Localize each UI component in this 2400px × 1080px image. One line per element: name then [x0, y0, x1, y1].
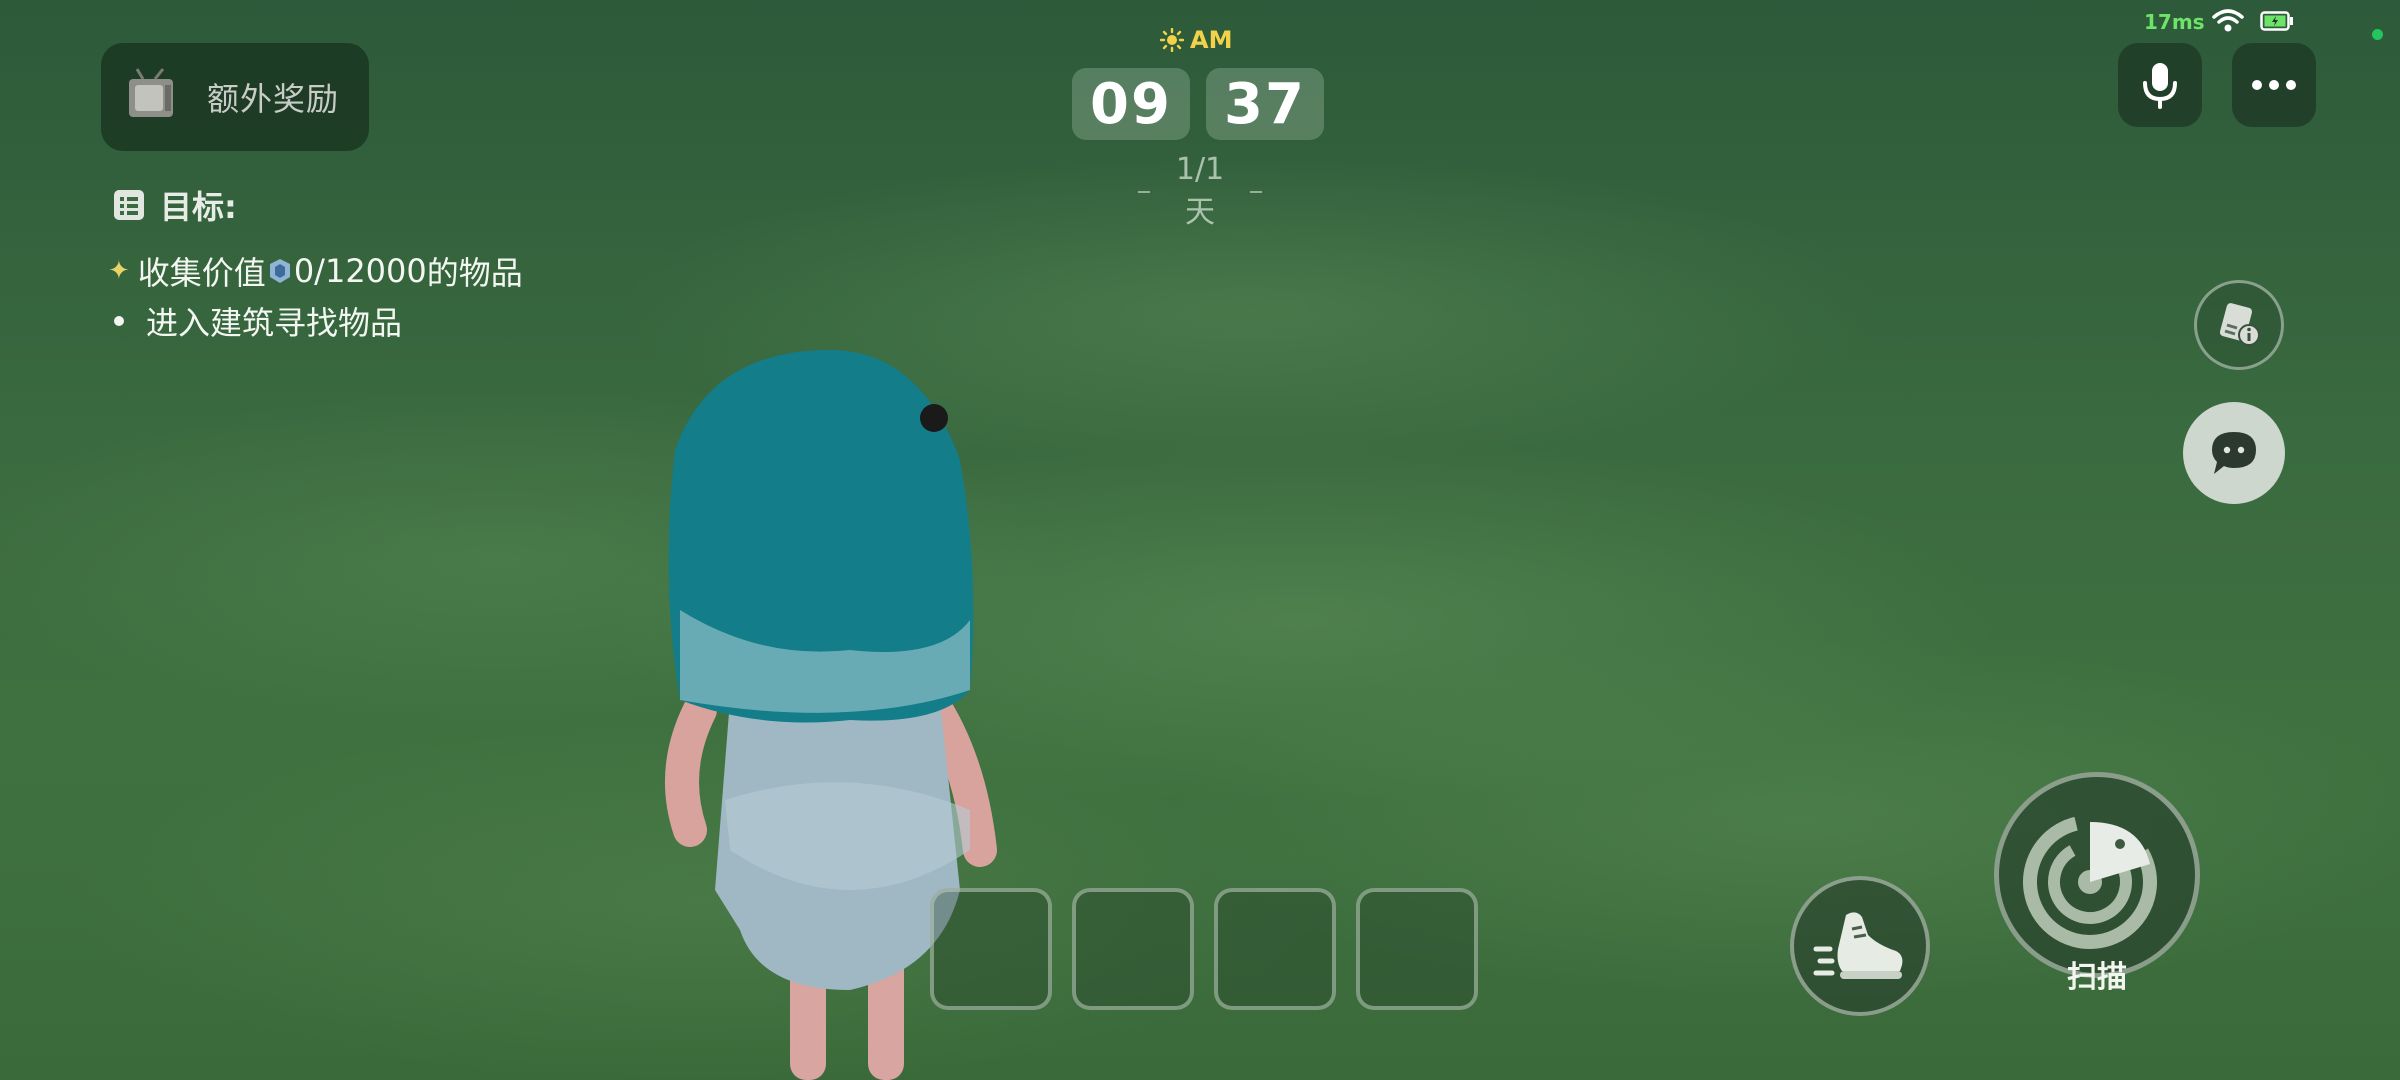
checklist-icon	[114, 190, 144, 220]
objectives-header: 目标:	[112, 182, 237, 228]
radar-icon	[2023, 815, 2157, 949]
scan-button[interactable]	[1994, 772, 2200, 978]
chat-button[interactable]	[2183, 402, 2285, 504]
inventory-slot-4[interactable]	[1356, 888, 1478, 1010]
bullet-icon	[114, 316, 124, 326]
item-info-button[interactable]	[2194, 280, 2284, 370]
objective-suffix: 的物品	[426, 254, 523, 292]
objective-enter-building: 进入建筑寻找物品	[108, 298, 402, 344]
inventory-slot-3[interactable]	[1214, 888, 1336, 1010]
value-coin-icon	[269, 259, 290, 283]
inventory-slot-1[interactable]	[930, 888, 1052, 1010]
period-label: AM	[1190, 26, 1233, 54]
running-shoe-icon	[1813, 912, 1903, 979]
ping-indicator: 17ms	[2144, 10, 2205, 34]
objective-prefix: 收集价值	[137, 254, 266, 292]
chat-bubble-icon	[2212, 432, 2256, 474]
scan-label: 扫描	[2067, 960, 2127, 995]
objectives-title: 目标:	[160, 188, 237, 226]
objective-text: 进入建筑寻找物品	[146, 304, 403, 342]
divider	[1249, 190, 1263, 193]
sprint-button[interactable]	[1790, 876, 1930, 1016]
wifi-icon	[2212, 9, 2244, 32]
bonus-reward-button[interactable]: 额外奖励	[101, 43, 369, 151]
objective-collect-value: ✦ 收集价值 0/12000 的物品	[108, 248, 523, 294]
star-icon: ✦	[108, 256, 130, 286]
time-period: AM	[1160, 26, 1232, 54]
day-label: 1/1天	[1175, 152, 1225, 230]
battery-icon	[2260, 11, 2293, 31]
more-icon	[2252, 80, 2296, 90]
online-indicator	[2372, 29, 2383, 40]
bonus-label: 额外奖励	[207, 80, 340, 118]
divider	[1138, 190, 1151, 193]
microphone-icon	[2143, 63, 2177, 109]
inventory-slot-2[interactable]	[1072, 888, 1194, 1010]
sun-icon	[1160, 28, 1184, 52]
tv-icon	[129, 68, 173, 117]
voice-chat-button[interactable]	[2118, 43, 2202, 127]
day-counter: 1/1天	[1122, 152, 1278, 231]
clock-minutes: 37	[1206, 68, 1324, 140]
objective-progress: 0/12000	[293, 252, 427, 290]
clock-hours: 09	[1072, 68, 1190, 140]
more-menu-button[interactable]	[2232, 43, 2316, 127]
document-info-icon	[2219, 303, 2260, 346]
